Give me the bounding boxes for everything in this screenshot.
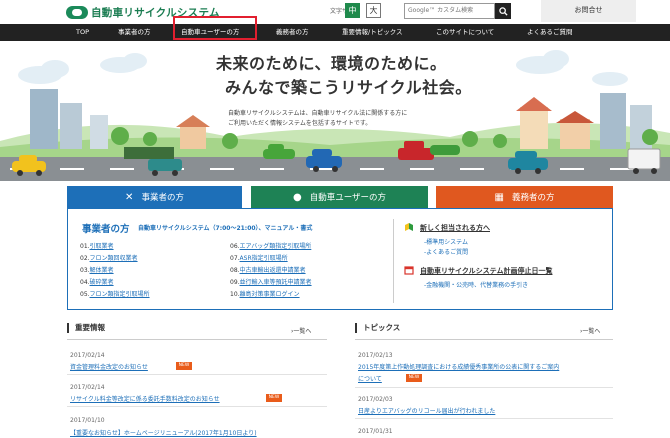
topics-divider	[355, 339, 613, 340]
important-divider	[67, 339, 327, 340]
nav-obligors[interactable]: 義務者の方	[276, 24, 309, 41]
panel-link-09[interactable]: 09.並行輸入車等預託申請業者	[230, 277, 312, 286]
important-title-1[interactable]: 資金管理料金改定のお知らせ	[70, 362, 148, 371]
person-icon: ●	[292, 191, 302, 203]
panel-link-02[interactable]: 02.フロン類回収業者	[80, 253, 138, 262]
hero-title-line1: 未来のために、環境のために。	[216, 54, 447, 73]
panel-link-06[interactable]: 06.エアバッグ類指定引取場所	[230, 241, 311, 250]
tab-obligors-label: 義務者の方	[511, 193, 555, 203]
nav-top[interactable]: TOP	[76, 24, 89, 41]
important-date-3: 2017/01/10	[70, 417, 105, 424]
tab-obligors[interactable]: ▦ 義務者の方	[436, 186, 613, 208]
font-size-large-button[interactable]: 大	[366, 3, 381, 18]
panel-subheading: 自動車リサイクルシステム（7:00〜21:00）、マニュアル・書式	[138, 225, 313, 232]
important-row-divider	[67, 374, 327, 375]
highlight-box	[173, 16, 257, 40]
inquiry-link[interactable]: お問合せ	[541, 0, 636, 22]
site-header: 自動車リサイクルシステム 文字サイズ 中 大 Google™ カスタム検索 お問…	[0, 0, 670, 24]
topics-date-1: 2017/02/13	[358, 352, 393, 359]
panel-link-07[interactable]: 07.ASR指定引取場所	[230, 253, 288, 262]
hero-desc-line2: ご利用いただく情報システムを包括するサイトです。	[228, 120, 372, 127]
global-nav: TOP 事業者の方 自動車ユーザーの方 義務者の方 重要情報/トピックス このサ…	[0, 24, 670, 41]
beginner-leaf-icon	[405, 223, 413, 231]
topics-more-link[interactable]: ›一覧へ	[580, 326, 600, 335]
font-size-medium-button[interactable]: 中	[345, 3, 360, 18]
suspension-guide-link[interactable]: -金融機関・公売時、代替業務の手引き	[424, 280, 528, 289]
calendar-icon	[404, 266, 414, 275]
topics-title-2[interactable]: 日産よりエアバッグのリコール届出が行われました	[358, 406, 495, 415]
panel-divider	[393, 219, 394, 303]
suspension-schedule-link[interactable]: 自動車リサイクルシステム計画停止日一覧	[420, 266, 552, 276]
panel-link-01[interactable]: 01.引取業者	[80, 241, 114, 250]
tab-users[interactable]: ● 自動車ユーザーの方	[251, 186, 428, 208]
topics-title-1-line2[interactable]: について	[358, 374, 382, 383]
panel-link-05[interactable]: 05.フロン類指定引取場所	[80, 289, 150, 298]
hero-desc-line1: 自動車リサイクルシステムは、自動車リサイクル法に関係する方に	[228, 110, 408, 117]
tab-users-label: 自動車ユーザーの方	[309, 193, 387, 203]
panel-heading: 事業者の方	[82, 224, 130, 235]
panel-link-03[interactable]: 03.解体業者	[80, 265, 114, 274]
new-badge: NEW	[266, 394, 282, 402]
topics-date-3: 2017/01/31	[358, 428, 393, 435]
important-title-3[interactable]: 【重要なお知らせ】ホームページリニューアル(2017年1月10日より)	[70, 428, 257, 437]
topics-row-divider	[355, 418, 613, 419]
important-row-divider	[67, 406, 327, 407]
panel-link-04[interactable]: 04.破砕業者	[80, 277, 114, 286]
new-staff-link-standard-system[interactable]: -標準用システム	[424, 237, 468, 246]
nav-about[interactable]: このサイトについて	[436, 24, 494, 41]
topics-date-2: 2017/02/03	[358, 396, 393, 403]
audience-tabs: ✕ 事業者の方 ● 自動車ユーザーの方 ▦ 義務者の方	[67, 186, 613, 208]
panel-link-10[interactable]: 10.離島対策事業ログイン	[230, 289, 300, 298]
search-input[interactable]: Google™ カスタム検索	[404, 3, 495, 19]
business-panel: 事業者の方 自動車リサイクルシステム（7:00〜21:00）、マニュアル・書式 …	[67, 208, 613, 310]
important-date-1: 2017/02/14	[70, 352, 105, 359]
hero-banner: 未来のために、環境のために。 みんなで築こうリサイクル社会。 自動車リサイクルシ…	[0, 41, 670, 181]
logo-mark-icon	[66, 5, 88, 19]
nav-business[interactable]: 事業者の方	[118, 24, 151, 41]
topics-row-divider	[355, 387, 613, 388]
tab-business[interactable]: ✕ 事業者の方	[67, 186, 242, 208]
important-date-2: 2017/02/14	[70, 384, 105, 391]
nav-faq[interactable]: よくあるご質問	[527, 24, 573, 41]
topics-title-1-line1[interactable]: 2015年度第上作動処理調査における成績優秀事業所の公表に関するご案内	[358, 362, 559, 371]
new-staff-link[interactable]: 新しく担当される方へ	[420, 223, 490, 233]
new-staff-link-faq[interactable]: -よくあるご質問	[424, 247, 468, 256]
nav-important-topics[interactable]: 重要情報/トピックス	[342, 24, 403, 41]
search-button[interactable]	[495, 3, 511, 19]
important-more-link[interactable]: ›一覧へ	[291, 326, 311, 335]
panel-link-08[interactable]: 08.中古車輸出返還申請業者	[230, 265, 306, 274]
search-icon	[498, 6, 508, 16]
new-badge: NEW	[406, 374, 422, 382]
important-heading: 重要情報	[67, 323, 105, 333]
important-title-2[interactable]: リサイクル料金等改定に係る委託手数料改定のお知らせ	[70, 394, 220, 403]
factory-icon: ▦	[494, 191, 504, 203]
hero-description: 自動車リサイクルシステムは、自動車リサイクル法に関係する方に ご利用いただく情報…	[228, 109, 478, 129]
topics-heading: トピックス	[355, 323, 400, 333]
new-badge: NEW	[176, 362, 192, 370]
tools-icon: ✕	[125, 191, 134, 203]
hero-title-line2: みんなで築こうリサイクル社会。	[225, 78, 472, 97]
tab-business-label: 事業者の方	[141, 193, 184, 203]
